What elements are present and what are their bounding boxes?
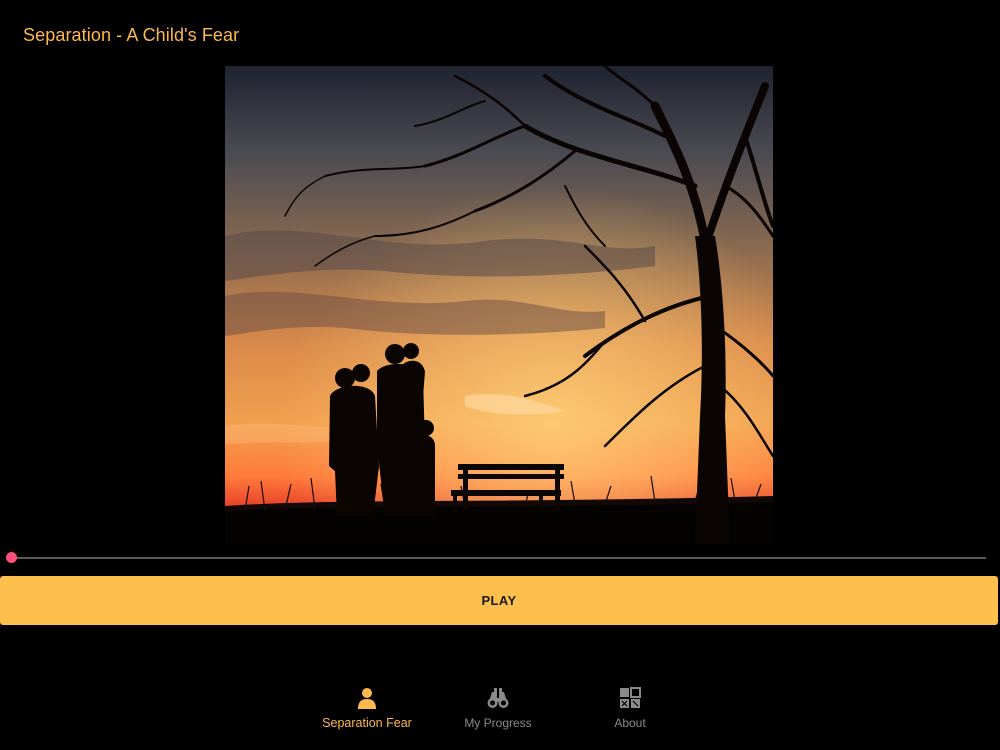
nav-label-separation-fear: Separation Fear [322, 716, 412, 730]
seek-track[interactable] [12, 557, 986, 559]
nav-label-about: About [614, 716, 646, 730]
app-header: Separation - A Child's Fear [0, 0, 1000, 66]
page-title: Separation - A Child's Fear [23, 25, 240, 45]
seek-bar[interactable] [0, 548, 1000, 570]
seek-thumb[interactable] [6, 552, 17, 563]
app-window: Separation - A Child's Fear PLAY Separat… [0, 0, 1000, 750]
grid-icon [620, 687, 641, 708]
bottom-navigation: Separation Fear My Progress About [0, 680, 1000, 750]
binoculars-icon [487, 688, 509, 708]
nav-label-my-progress: My Progress [464, 716, 532, 730]
track-artwork [225, 66, 773, 544]
nav-item-about[interactable]: About [575, 686, 685, 742]
person-icon [358, 688, 376, 709]
play-button[interactable]: PLAY [0, 576, 998, 625]
nav-item-my-progress[interactable]: My Progress [443, 686, 553, 742]
nav-item-separation-fear[interactable]: Separation Fear [312, 686, 422, 742]
sunset-family-image [225, 66, 773, 544]
